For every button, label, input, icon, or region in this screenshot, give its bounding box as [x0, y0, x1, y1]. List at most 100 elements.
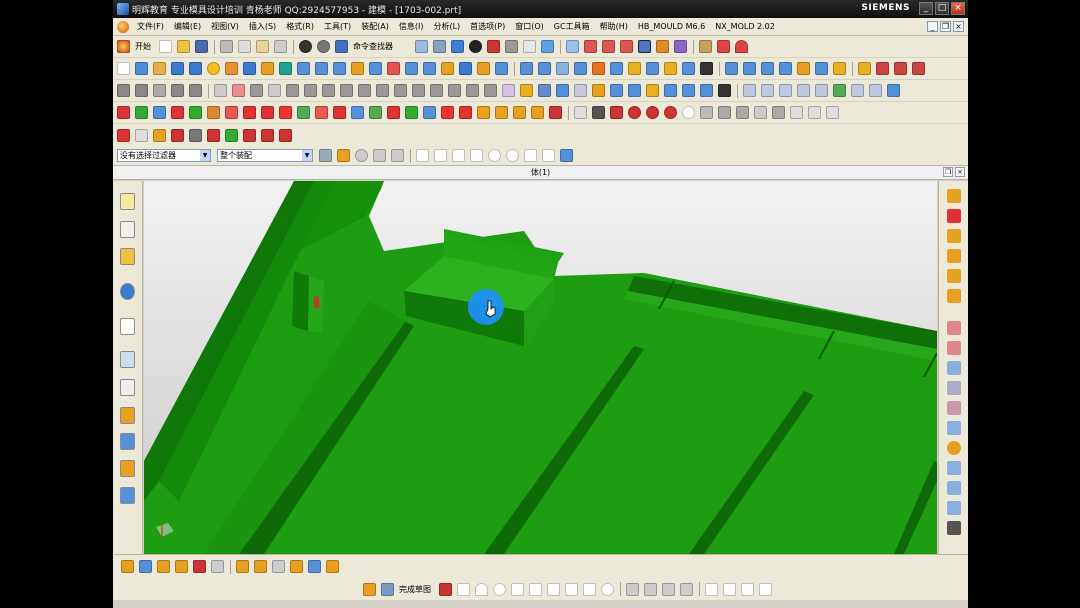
emboss-icon[interactable] — [351, 62, 364, 75]
helix-icon[interactable] — [894, 62, 907, 75]
offset-region-icon[interactable] — [153, 84, 166, 97]
edit-object-display-icon[interactable] — [700, 84, 713, 97]
circle-center-icon[interactable] — [646, 106, 659, 119]
bolt-icon[interactable] — [736, 106, 749, 119]
menu-gc-toolkit[interactable]: GC工具箱 — [549, 21, 595, 32]
auto-dimension-icon[interactable] — [705, 582, 718, 596]
angle-measure-icon[interactable] — [610, 106, 623, 119]
modify-solid-icon[interactable] — [189, 106, 202, 119]
patch-icon[interactable] — [646, 62, 659, 75]
snap-control-point-icon[interactable] — [452, 149, 465, 162]
surface-analysis-icon[interactable] — [743, 84, 756, 97]
menu-window[interactable]: 窗口(O) — [510, 21, 549, 32]
standard-parts-icon[interactable] — [279, 128, 292, 142]
sprue-icon[interactable] — [947, 461, 961, 475]
offset-face-icon[interactable] — [520, 62, 533, 75]
electrode-tool-icon[interactable] — [947, 521, 961, 535]
menu-view[interactable]: 视图(V) — [206, 21, 244, 32]
list-icon[interactable] — [772, 106, 785, 119]
studio-surface-icon[interactable] — [761, 62, 774, 75]
mold-base-icon[interactable] — [947, 249, 961, 263]
snap-existing-point-icon[interactable] — [524, 149, 537, 162]
bounded-plane-icon[interactable] — [815, 62, 828, 75]
select-mode-icon[interactable] — [674, 40, 687, 53]
mold-project-icon[interactable] — [117, 128, 130, 142]
fillet-icon[interactable] — [511, 582, 524, 596]
nx-app-icon[interactable] — [117, 20, 129, 33]
cross-section-icon[interactable] — [556, 84, 569, 97]
sketch-circle-icon[interactable] — [493, 582, 506, 596]
make-symmetric-icon[interactable] — [376, 84, 389, 97]
snap-endpoint-icon[interactable] — [416, 149, 429, 162]
maximize-button[interactable]: □ — [935, 2, 949, 15]
polygon-icon[interactable] — [565, 582, 578, 596]
scale-icon[interactable] — [664, 62, 677, 75]
pull-face-icon[interactable] — [135, 84, 148, 97]
extrude-icon[interactable] — [135, 62, 148, 75]
delete-files-icon[interactable] — [549, 106, 562, 119]
sphere-icon[interactable] — [207, 62, 220, 75]
hide-icon[interactable] — [505, 40, 518, 53]
move-face-icon[interactable] — [117, 84, 130, 97]
redo-icon[interactable] — [317, 40, 330, 53]
column-icon[interactable] — [808, 106, 821, 119]
clock-icon[interactable] — [682, 84, 695, 97]
roles-icon[interactable] — [120, 460, 135, 477]
mold-wizard-icon[interactable] — [947, 189, 961, 203]
system-scenes-icon[interactable] — [120, 487, 135, 504]
trim-body-icon[interactable] — [423, 62, 436, 75]
mass-properties-icon[interactable] — [887, 84, 900, 97]
group-face-icon[interactable] — [484, 84, 497, 97]
replace-component-icon[interactable] — [254, 560, 267, 573]
menu-nx-mold[interactable]: NX_MOLD 2.02 — [710, 22, 780, 31]
face-blend-icon[interactable] — [858, 62, 871, 75]
save-icon[interactable] — [195, 40, 208, 53]
add-component-icon[interactable] — [139, 560, 152, 573]
hourglass-icon[interactable] — [700, 62, 713, 75]
command-finder-icon[interactable] — [335, 40, 348, 53]
graphics-window[interactable] — [144, 181, 937, 554]
radial-dimension-icon[interactable] — [466, 84, 479, 97]
wcs-rotate-icon[interactable] — [602, 40, 615, 53]
standard-part-icon[interactable] — [947, 269, 961, 283]
wave-linker-icon[interactable] — [236, 560, 249, 573]
label-chamfer-icon[interactable] — [520, 84, 533, 97]
pattern-icon[interactable] — [574, 62, 587, 75]
exploded-view-icon[interactable] — [290, 560, 303, 573]
valve-icon[interactable] — [718, 106, 731, 119]
unite-icon[interactable] — [369, 62, 382, 75]
draft-icon[interactable] — [556, 62, 569, 75]
curve-analysis-icon[interactable] — [833, 84, 846, 97]
web-icon[interactable] — [592, 84, 605, 97]
point-icon[interactable] — [583, 582, 596, 596]
layer-settings-icon[interactable] — [718, 84, 731, 97]
label-notch-icon[interactable] — [538, 84, 551, 97]
curve-rule-icon[interactable] — [337, 149, 350, 162]
bom-icon[interactable] — [459, 106, 472, 119]
mold-csys-icon[interactable] — [135, 128, 148, 142]
quick-trim-icon[interactable] — [626, 582, 639, 596]
snap-on-surface-icon[interactable] — [560, 149, 573, 162]
wcs-dynamic-icon[interactable] — [638, 40, 651, 53]
hole-icon[interactable] — [243, 62, 256, 75]
menu-preferences[interactable]: 首选项(P) — [465, 21, 510, 32]
copy-icon[interactable] — [238, 40, 251, 53]
mirror-assembly-icon[interactable] — [193, 560, 206, 573]
constraint-navigator-icon[interactable] — [120, 221, 135, 238]
pattern-face-icon[interactable] — [304, 84, 317, 97]
document-tab[interactable]: 体(1) — [531, 168, 550, 177]
deviation-icon[interactable] — [869, 84, 882, 97]
family-mold-icon[interactable] — [207, 128, 220, 142]
cylinder-icon[interactable] — [189, 62, 202, 75]
replace-face-icon[interactable] — [171, 84, 184, 97]
tab-restore-button[interactable]: ❐ — [943, 167, 953, 177]
replace-blend-icon[interactable] — [628, 84, 641, 97]
close-button[interactable]: × — [951, 2, 965, 15]
hourglass-tool-icon[interactable] — [947, 341, 961, 355]
check-clearance-icon[interactable] — [272, 560, 285, 573]
menu-information[interactable]: 信息(I) — [394, 21, 429, 32]
sew-icon[interactable] — [610, 62, 623, 75]
sketch-icon[interactable] — [381, 582, 394, 596]
law-curve-icon[interactable] — [912, 62, 925, 75]
edit-cross-section-icon[interactable] — [664, 84, 677, 97]
